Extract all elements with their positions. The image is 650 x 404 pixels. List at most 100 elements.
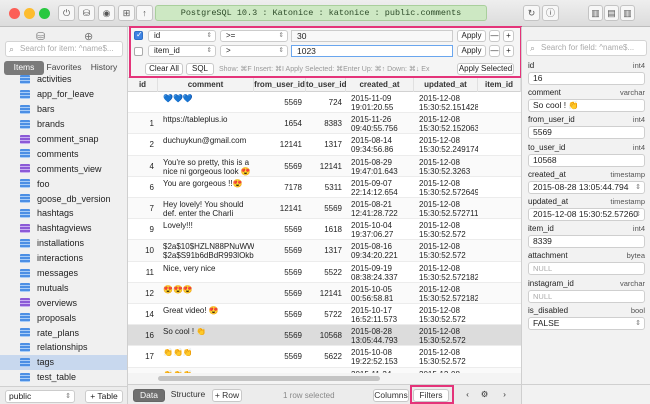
power-icon[interactable]: ⏻ (58, 5, 75, 21)
table-row[interactable]: 14 Great video! 😍 5569 5722 2015-10-17 16:52… (128, 304, 521, 326)
cell-id[interactable]: 2 (128, 134, 158, 155)
cell-item-id[interactable] (478, 92, 521, 113)
cell-created-at[interactable]: 2015-10-05 00:56:58.81 (346, 283, 414, 304)
cell-comment[interactable]: 👏👏👏 (158, 346, 254, 367)
filter-1-apply-button[interactable]: Apply (457, 30, 486, 42)
column-header-from-user-id[interactable]: from_user_id (254, 78, 306, 92)
add-table-button[interactable]: + Table (85, 390, 123, 403)
cell-id[interactable]: 1 (128, 113, 158, 134)
field-value-input[interactable]: 2015-12-08 15:30:52.57260 ⇕ (528, 208, 645, 221)
cell-to-user-id[interactable]: 5569 (306, 198, 346, 219)
cell-from-user-id[interactable]: 5569 (254, 346, 306, 367)
apply-selected-button[interactable]: Apply Selected (457, 63, 514, 75)
cell-created-at[interactable]: 2015-11-26 09:40:55.756 (346, 113, 414, 134)
table-row[interactable]: 9 Lovely!!! 5569 1618 2015-10-04 19:37:06.27… (128, 219, 521, 241)
column-header-item-id[interactable]: item_id (478, 78, 521, 92)
sidebar-item-installations[interactable]: installations (0, 236, 127, 251)
cell-to-user-id[interactable]: 5622 (306, 346, 346, 367)
sidebar-left-icon[interactable]: ▥ (588, 5, 603, 21)
cell-from-user-id[interactable]: 5569 (254, 283, 306, 304)
cell-item-id[interactable] (478, 134, 521, 155)
cell-comment[interactable]: 😍😍😍 (158, 283, 254, 304)
cell-updated-at[interactable]: 2015-12-08 15:30:52.572 (414, 325, 478, 346)
filter-1-value-input[interactable]: 30 (291, 30, 453, 42)
sidebar-item-proposals[interactable]: proposals (0, 310, 127, 325)
column-header-updated-at[interactable]: updated_at (414, 78, 478, 92)
cell-comment[interactable]: 💙💙💙 (158, 92, 254, 113)
cell-updated-at[interactable]: 2015-12-08 15:30:52.3263 (414, 156, 478, 177)
cell-updated-at[interactable]: 2015-12-08 15:30:52.572182 (414, 262, 478, 283)
sidebar-item-hashtagviews[interactable]: hashtagviews (0, 221, 127, 236)
sidebar-item-comments[interactable]: comments (0, 146, 127, 161)
close-window-button[interactable] (9, 8, 20, 19)
filter-1-checkbox[interactable] (134, 30, 143, 40)
cell-created-at[interactable]: 2015-08-14 09:34:56.86 (346, 134, 414, 155)
table-row[interactable]: 16 So cool ! 👏 5569 10568 2015-08-28 13:05:4… (128, 325, 521, 347)
cell-created-at[interactable]: 2015-09-07 22:14:12.654 (346, 177, 414, 198)
cell-from-user-id[interactable]: 7178 (254, 177, 306, 198)
cell-from-user-id[interactable]: 1654 (254, 113, 306, 134)
horizontal-scrollbar[interactable] (128, 373, 521, 384)
cell-from-user-id[interactable]: 5569 (254, 262, 306, 283)
cell-comment[interactable]: You're so pretty, this is a nice ni gorg… (158, 156, 254, 177)
filter-2-checkbox[interactable] (134, 47, 143, 56)
cell-from-user-id[interactable]: 5569 (254, 156, 306, 177)
table-row[interactable]: 7 Hey lovely! You should def. enter the C… (128, 198, 521, 220)
field-value-input[interactable]: So cool ! 👏 (528, 99, 645, 113)
cell-item-id[interactable] (478, 240, 521, 261)
cell-comment[interactable]: https://tableplus.io (158, 113, 254, 134)
column-header-id[interactable]: id (128, 78, 158, 92)
sql-icon[interactable]: ⊞ (118, 5, 135, 21)
add-row-button[interactable]: + Row (212, 389, 242, 402)
sql-button[interactable]: SQL (186, 63, 214, 75)
field-search-input[interactable]: ⌕ Search for field: ^name$... (526, 40, 647, 56)
cell-to-user-id[interactable]: 12141 (306, 156, 346, 177)
cell-comment[interactable]: Great video! 😍 (158, 304, 254, 325)
cell-item-id[interactable] (478, 219, 521, 240)
filter-2-remove-button[interactable]: — (489, 45, 500, 57)
scrollbar-thumb[interactable] (158, 376, 380, 381)
cell-to-user-id[interactable]: 8383 (306, 113, 346, 134)
cell-updated-at[interactable]: 2015-12-08 15:30:52.151428 (414, 92, 478, 113)
cell-created-at[interactable]: 2015-10-08 19:22:52.153 (346, 346, 414, 367)
cell-updated-at[interactable]: 2015-12-08 15:30:52.572 (414, 240, 478, 261)
cell-from-user-id[interactable]: 5569 (254, 325, 306, 346)
cell-comment[interactable]: Hey lovely! You should def. enter the Ch… (158, 198, 254, 219)
table-row[interactable]: 1 https://tableplus.io 1654 8383 2015-11-26 … (128, 113, 521, 135)
table-row[interactable]: 12 😍😍😍 5569 12141 2015-10-05 00:56:58.81 2015… (128, 282, 521, 304)
data-grid[interactable]: id comment from_user_id to_user_id creat… (128, 78, 521, 384)
data-tab[interactable]: Data (133, 389, 165, 402)
cell-updated-at[interactable]: 2015-12-08 15:30:52.572182 (414, 283, 478, 304)
cell-id[interactable]: 4 (128, 156, 158, 177)
sidebar-item-comment-snap[interactable]: comment_snap (0, 132, 127, 147)
filter-2-apply-button[interactable]: Apply (457, 45, 486, 57)
cell-from-user-id[interactable]: 12141 (254, 198, 306, 219)
sidebar-item-tags[interactable]: tags (0, 354, 127, 370)
column-header-created-at[interactable]: created_at (346, 78, 414, 92)
cell-comment[interactable]: duchuykun@gmail.com (158, 134, 254, 155)
cell-comment[interactable]: So cool ! 👏 (158, 325, 254, 346)
cell-item-id[interactable] (478, 156, 521, 177)
cell-to-user-id[interactable]: 1317 (306, 134, 346, 155)
sidebar-search-input[interactable]: ⌕ Search for item: ^name$... (5, 41, 123, 57)
cell-id[interactable]: 11 (128, 262, 158, 283)
field-value-input[interactable]: FALSE ⇕ (528, 316, 645, 330)
cell-comment[interactable]: Nice, very nice (158, 262, 254, 283)
cell-updated-at[interactable]: 2015-12-08 15:30:52.152063 (414, 113, 478, 134)
zoom-window-button[interactable] (39, 8, 50, 19)
cell-id[interactable]: 17 (128, 346, 158, 367)
cell-item-id[interactable] (478, 262, 521, 283)
upload-icon[interactable]: ↑ (136, 5, 153, 21)
cell-id[interactable]: 7 (128, 198, 158, 219)
sidebar-item-overviews[interactable]: overviews (0, 295, 127, 310)
cell-comment[interactable]: You are gorgeous !!😍 (158, 177, 254, 198)
cell-id[interactable]: 16 (128, 325, 158, 346)
structure-tab[interactable]: Structure (168, 389, 208, 402)
filter-2-value-input[interactable]: 1023 (291, 45, 453, 57)
sidebar-item-foo[interactable]: foo (0, 176, 127, 191)
clear-all-button[interactable]: Clear All (145, 63, 183, 75)
cell-created-at[interactable]: 2015-08-16 09:34:20.221 (346, 240, 414, 261)
cell-id[interactable]: 6 (128, 177, 158, 198)
cell-item-id[interactable] (478, 177, 521, 198)
sidebar-item-hashtags[interactable]: hashtags (0, 206, 127, 221)
